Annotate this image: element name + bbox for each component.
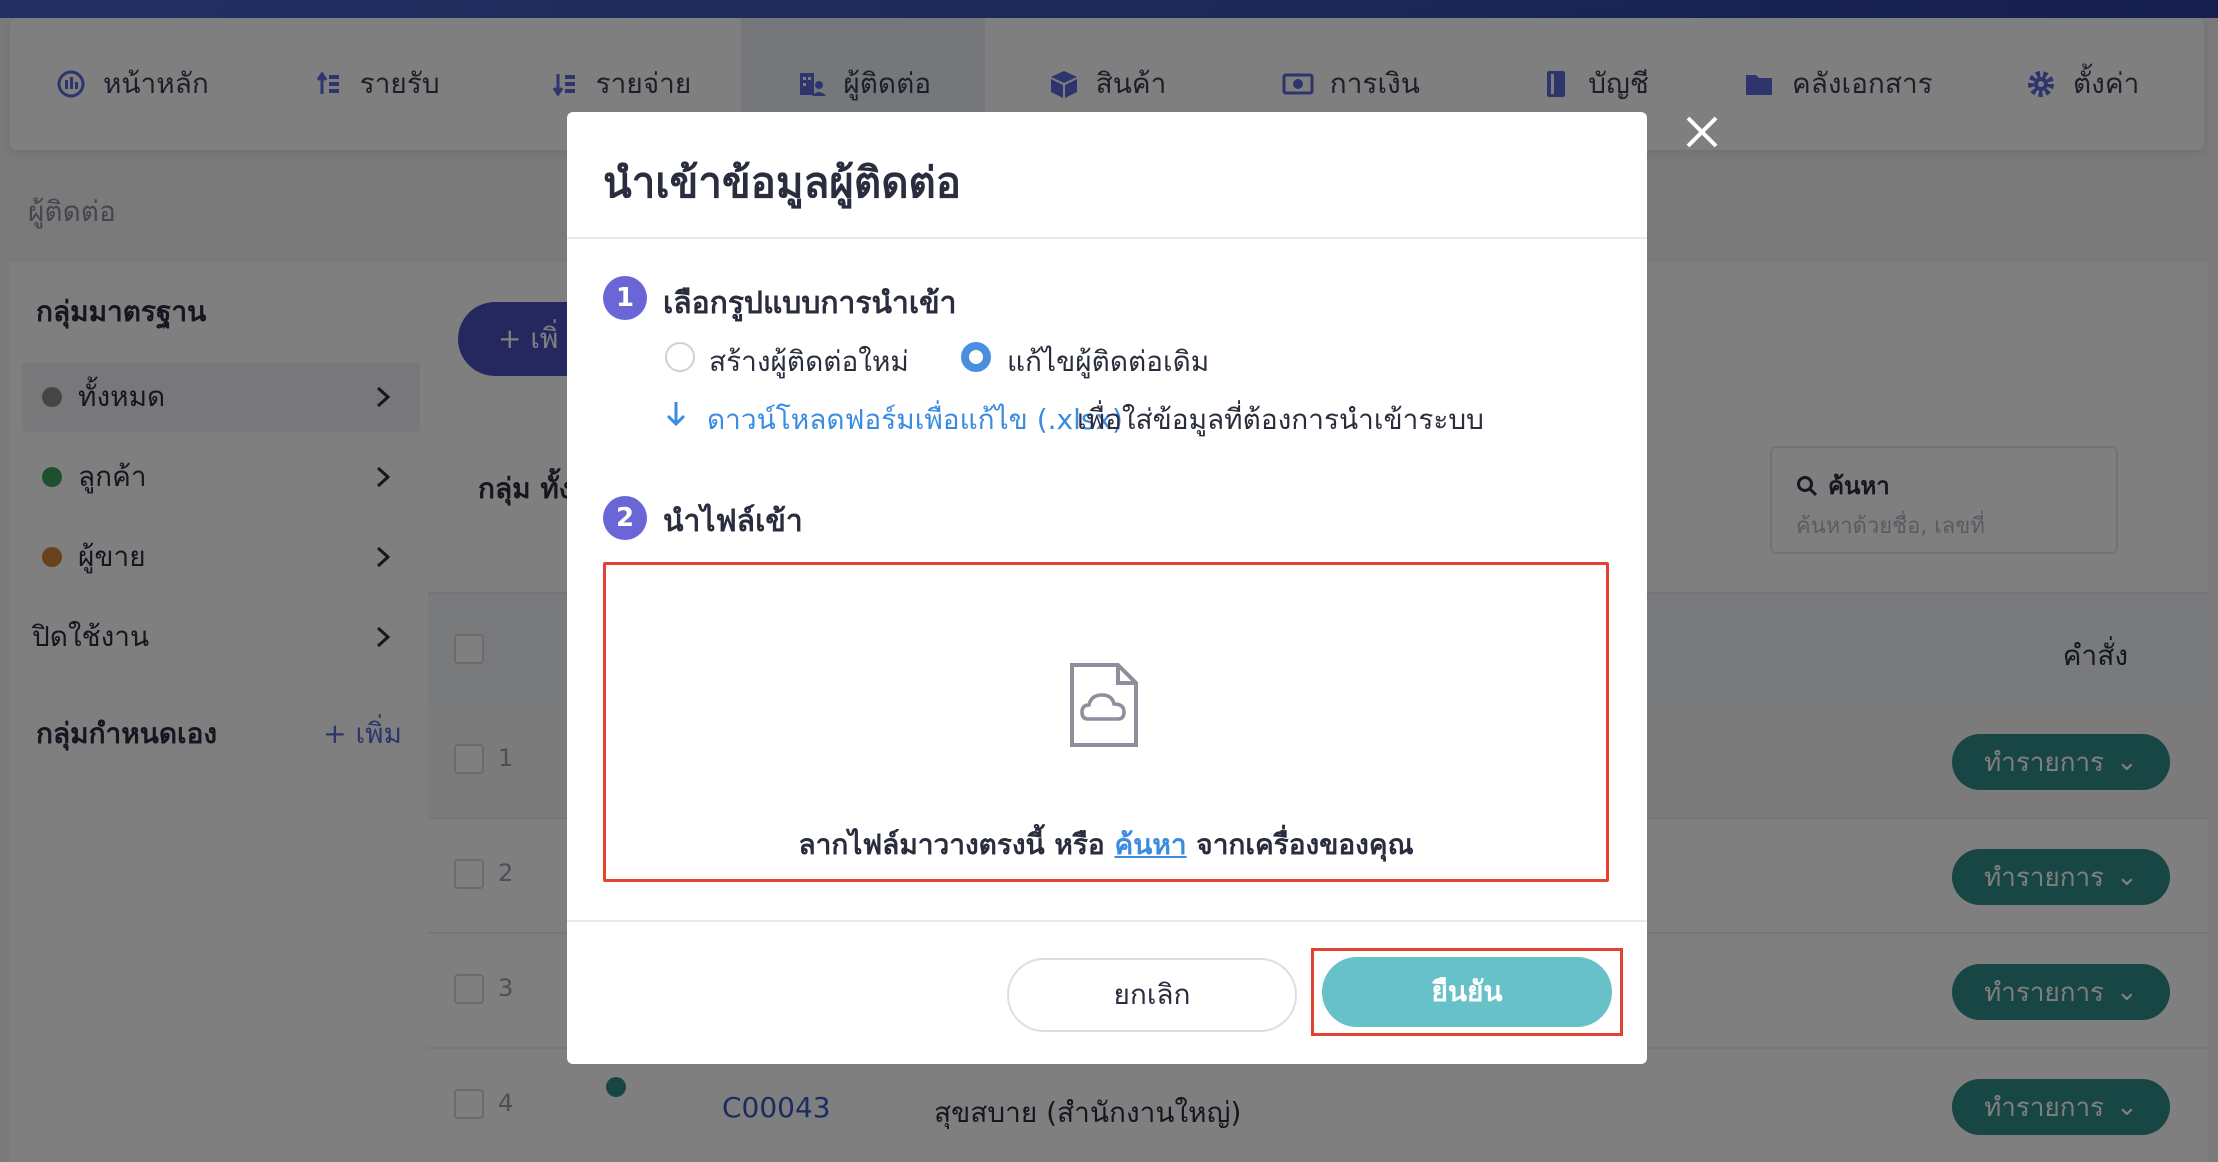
modal-title: นำเข้าข้อมูลผู้ติดต่อ bbox=[603, 158, 961, 207]
cancel-button[interactable]: ยกเลิก bbox=[1007, 958, 1297, 1032]
file-drop-zone[interactable]: ลากไฟล์มาวางตรงนี้ หรือ ค้นหา จากเครื่อง… bbox=[603, 562, 1609, 882]
radio-edit-existing[interactable] bbox=[961, 342, 991, 372]
step-number-badge: 2 bbox=[603, 496, 647, 540]
step2-title: นำไฟล์เข้า bbox=[663, 504, 803, 539]
cloud-file-icon bbox=[1070, 663, 1138, 747]
close-icon[interactable] bbox=[1682, 112, 1722, 152]
radio-label[interactable]: แก้ไขผู้ติดต่อเดิม bbox=[1007, 340, 1209, 384]
drop-suffix: จากเครื่องของคุณ bbox=[1186, 828, 1414, 861]
step1-title: เลือกรูปแบบการนำเข้า bbox=[663, 286, 957, 321]
divider bbox=[567, 237, 1647, 239]
drop-prefix: ลากไฟล์มาวางตรงนี้ หรือ bbox=[798, 828, 1115, 861]
download-hint-text: เพื่อใส่ข้อมูลที่ต้องการนำเข้าระบบ bbox=[1077, 403, 1484, 436]
drop-instruction: ลากไฟล์มาวางตรงนี้ หรือ ค้นหา จากเครื่อง… bbox=[606, 823, 1606, 867]
browse-files-link[interactable]: ค้นหา bbox=[1114, 828, 1186, 861]
radio-create-new[interactable] bbox=[665, 342, 695, 372]
step-number-badge: 1 bbox=[603, 276, 647, 320]
divider bbox=[567, 920, 1647, 922]
download-template-link[interactable]: ดาวน์โหลดฟอร์มเพื่อแก้ไข (.xlsx) bbox=[707, 398, 1123, 442]
radio-label[interactable]: สร้างผู้ติดต่อใหม่ bbox=[709, 340, 909, 384]
download-arrow-icon bbox=[666, 402, 686, 427]
confirm-button[interactable]: ยืนยัน bbox=[1322, 957, 1612, 1027]
import-contacts-modal: นำเข้าข้อมูลผู้ติดต่อ 1 เลือกรูปแบบการนำ… bbox=[567, 112, 1647, 1064]
confirm-highlight: ยืนยัน bbox=[1311, 948, 1623, 1036]
